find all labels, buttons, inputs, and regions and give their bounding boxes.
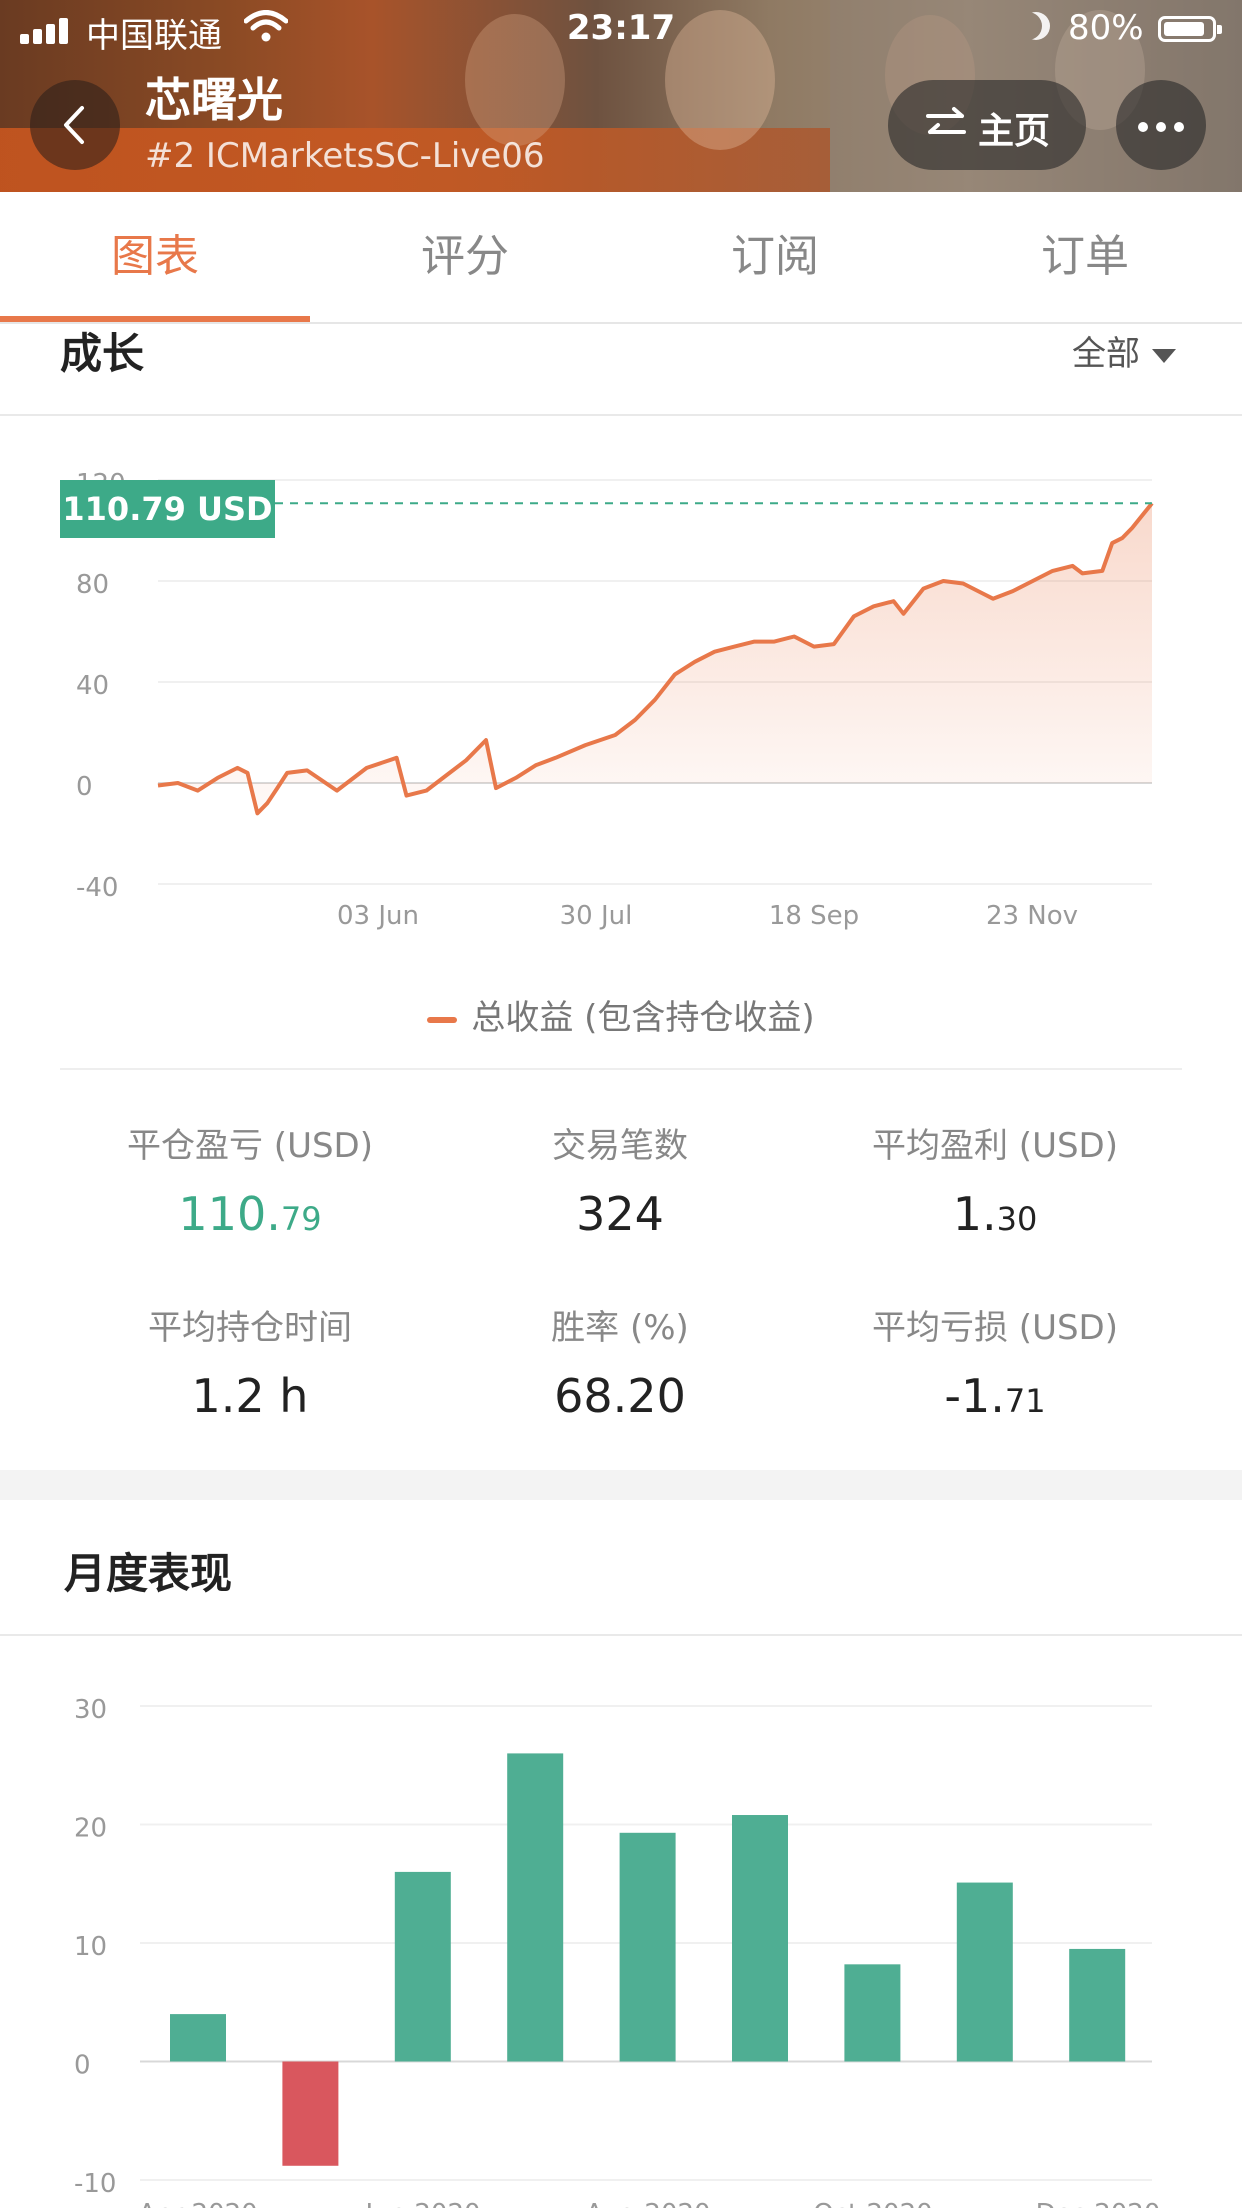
growth-legend: 总收益 (包含持仓收益) xyxy=(0,990,1242,1039)
x-tick-label: 30 Jul xyxy=(560,901,633,931)
tab-bar: 图表 评分 订阅 订单 xyxy=(0,192,1242,324)
y-tick-label: -40 xyxy=(76,873,118,903)
stat-item: 平均盈利 (USD) 1.30 xyxy=(795,1118,1195,1241)
trader-name: 芯曙光 xyxy=(145,73,283,127)
tab-rating[interactable]: 评分 xyxy=(310,192,620,322)
tab-chart[interactable]: 图表 xyxy=(0,192,310,322)
section-divider xyxy=(0,1634,1242,1636)
chevron-left-icon xyxy=(64,106,84,144)
stats-divider xyxy=(60,1068,1182,1070)
stat-value: 68.20 xyxy=(554,1369,686,1423)
x-tick-label: Jun 2020 xyxy=(363,2199,480,2208)
tab-subscribe[interactable]: 订阅 xyxy=(620,192,930,322)
stat-label: 胜率 (%) xyxy=(551,1308,689,1348)
y-tick-label: 80 xyxy=(76,570,109,600)
app-header: 中国联通 23:17 80% 芯曙光 #2 ICMarketsSC-Live06… xyxy=(0,0,1242,192)
stat-label: 平仓盈亏 (USD) xyxy=(127,1126,373,1166)
back-button[interactable] xyxy=(30,80,120,170)
bar xyxy=(844,1964,901,2062)
stat-item: 交易笔数 324 xyxy=(420,1118,820,1241)
home-button-label: 主页 xyxy=(978,111,1051,152)
bar xyxy=(170,2014,226,2062)
more-options-button[interactable] xyxy=(1116,80,1206,170)
bar xyxy=(956,1882,1013,2062)
x-tick-label: Aug 2020 xyxy=(585,2199,710,2208)
battery-icon xyxy=(1158,16,1222,42)
swap-icon xyxy=(926,107,966,134)
growth-section-title: 成长 xyxy=(60,329,145,378)
stat-label: 平均持仓时间 xyxy=(148,1308,352,1348)
clock-time: 23:17 xyxy=(566,8,676,48)
growth-area xyxy=(158,503,1152,814)
section-divider xyxy=(0,414,1242,416)
x-tick-label: Oct 2020 xyxy=(813,2199,932,2208)
range-filter-dropdown[interactable]: 全部 xyxy=(1072,326,1176,375)
legend-swatch xyxy=(427,1016,458,1023)
stat-label: 平均亏损 (USD) xyxy=(872,1308,1118,1348)
battery-percent: 80% xyxy=(1068,8,1144,48)
stat-value: 324 xyxy=(576,1187,664,1241)
stat-item: 平均持仓时间 1.2 h xyxy=(50,1300,450,1423)
stat-item: 胜率 (%) 68.20 xyxy=(420,1300,820,1423)
status-bar: 中国联通 23:17 80% xyxy=(0,0,1242,60)
tab-orders[interactable]: 订单 xyxy=(930,192,1240,322)
x-tick-label: Dec 2020 xyxy=(1036,2199,1161,2208)
y-tick-label: 40 xyxy=(76,671,109,701)
monthly-chart: 30 20 10 0 -10 Apr 2020 Jun 2020 Aug 2020 Oct 20… xyxy=(74,1695,1161,2208)
y-tick-label: 0 xyxy=(74,2051,91,2081)
bar xyxy=(732,1815,788,2062)
stat-label: 交易笔数 xyxy=(552,1126,688,1166)
current-value-tag: 110.79 USD xyxy=(60,480,275,538)
range-filter-value: 全部 xyxy=(1072,334,1140,374)
y-tick-label: 10 xyxy=(74,1932,107,1962)
home-button[interactable]: 主页 xyxy=(888,80,1086,170)
stat-label: 平均盈利 (USD) xyxy=(872,1126,1118,1166)
legend-label: 总收益 (包含持仓收益) xyxy=(471,998,815,1038)
account-server: #2 ICMarketsSC-Live06 xyxy=(145,136,545,176)
stat-value: -1.71 xyxy=(944,1369,1046,1423)
bar xyxy=(619,1832,676,2062)
bar xyxy=(282,2061,339,2166)
x-tick-label: 03 Jun xyxy=(337,901,419,931)
y-tick-label: 20 xyxy=(74,1814,107,1844)
bar xyxy=(507,1753,564,2062)
y-tick-label: 30 xyxy=(74,1695,107,1725)
stat-item: 平均亏损 (USD) -1.71 xyxy=(795,1300,1195,1423)
bar xyxy=(1069,1948,1126,2062)
section-separator xyxy=(0,1470,1242,1500)
caret-down-icon xyxy=(1152,348,1176,363)
x-tick-label: 23 Nov xyxy=(986,901,1078,931)
do-not-disturb-icon xyxy=(1022,12,1050,40)
y-tick-label: -10 xyxy=(74,2169,116,2199)
stat-value: 1.2 h xyxy=(191,1369,309,1423)
monthly-section-title: 月度表现 xyxy=(64,1549,233,1598)
stat-value: 1.30 xyxy=(952,1187,1038,1241)
stat-value: 110.79 xyxy=(178,1187,322,1241)
active-tab-indicator xyxy=(0,316,310,322)
x-tick-label: Apr 2020 xyxy=(138,2199,257,2208)
y-tick-label: 0 xyxy=(76,772,93,802)
bar xyxy=(394,1871,451,2062)
x-tick-label: 18 Sep xyxy=(769,901,859,931)
stat-item: 平仓盈亏 (USD) 110.79 xyxy=(50,1118,450,1241)
